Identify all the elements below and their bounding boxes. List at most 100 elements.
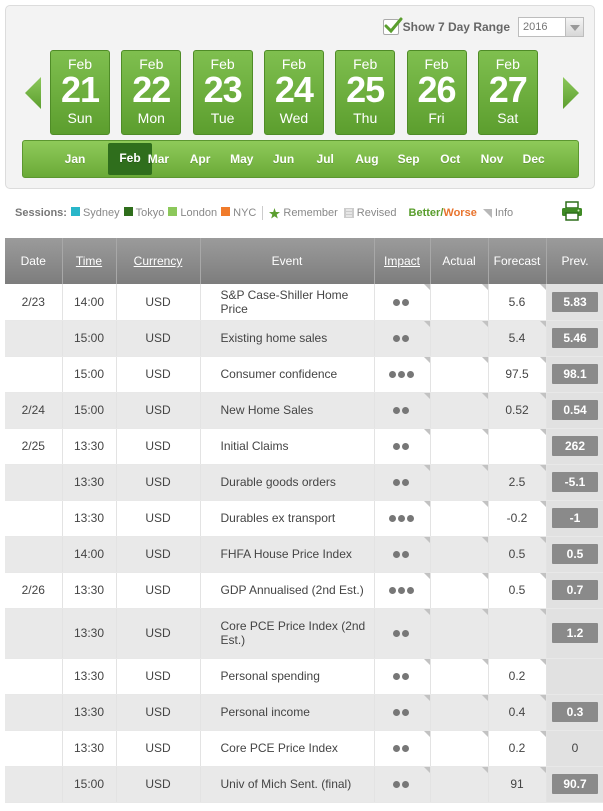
table-row[interactable]: 13:30 USD Core PCE Price Index (2nd Est.) 1…	[5, 608, 603, 659]
month-aug[interactable]: Aug	[346, 141, 388, 177]
month-nov[interactable]: Nov	[471, 141, 513, 177]
table-row[interactable]: 15:00 USD Existing home sales 5.4 5.46	[5, 320, 603, 357]
day-tile[interactable]: Feb 26 Fri	[406, 50, 467, 135]
star-icon	[269, 207, 281, 219]
table-row[interactable]: 2/24 15:00 USD New Home Sales 0.52 0.54	[5, 392, 603, 429]
cell-time: 13:30	[62, 694, 117, 731]
impact-dot-icon	[397, 587, 405, 595]
cell-event[interactable]: Core PCE Price Index	[200, 730, 375, 767]
cell-event[interactable]: Initial Claims	[200, 428, 375, 465]
month-apr[interactable]: Apr	[179, 141, 221, 177]
impact-dots	[388, 367, 416, 381]
cell-actual	[430, 766, 489, 803]
cell-prev: 90.7	[546, 766, 603, 803]
table-row[interactable]: 15:00 USD Consumer confidence 97.5 98.1	[5, 356, 603, 393]
session-color-swatch-icon	[70, 207, 80, 216]
table-row[interactable]: 2/25 13:30 USD Initial Claims 262	[5, 428, 603, 465]
cell-prev: 98.1	[546, 356, 603, 393]
table-row[interactable]: 14:00 USD FHFA House Price Index 0.5 0.5	[5, 536, 603, 573]
cell-actual	[430, 284, 489, 321]
cell-impact	[374, 392, 431, 429]
cell-impact	[374, 572, 431, 609]
cell-forecast: 5.6	[488, 284, 547, 321]
cell-currency: USD	[116, 284, 201, 321]
cell-time: 15:00	[62, 356, 117, 393]
impact-dot-icon	[406, 515, 414, 523]
cell-actual	[430, 572, 489, 609]
table-row[interactable]: 13:30 USD Personal spending 0.2	[5, 658, 603, 695]
cell-time: 15:00	[62, 766, 117, 803]
table-row[interactable]: 15:00 USD Univ of Mich Sent. (final) 91 90.7	[5, 766, 603, 803]
cell-currency: USD	[116, 658, 201, 695]
table-row[interactable]: 13:30 USD Personal income 0.4 0.3	[5, 694, 603, 731]
day-tile[interactable]: Feb 21 Sun	[50, 50, 110, 135]
checkmark-icon	[384, 17, 403, 34]
cell-event[interactable]: FHFA House Price Index	[200, 536, 375, 573]
year-select[interactable]: 2016	[518, 17, 584, 37]
cell-actual	[430, 464, 489, 501]
info-corner-icon	[482, 208, 492, 218]
impact-dot-icon	[397, 515, 405, 523]
economic-calendar-table: Date Time Currency Event Impact Actual F…	[5, 238, 603, 803]
day-tile[interactable]: Feb 22 Mon	[121, 50, 182, 135]
cell-date	[5, 730, 63, 767]
day-tile-number: 25	[346, 69, 385, 110]
impact-dot-icon	[388, 515, 396, 523]
cell-forecast: 2.5	[488, 464, 547, 501]
impact-dots	[393, 669, 411, 683]
printer-icon[interactable]	[561, 201, 583, 221]
month-jun[interactable]: Jun	[263, 141, 305, 177]
impact-dot-icon	[393, 709, 400, 717]
day-tile[interactable]: Feb 23 Tue	[192, 50, 253, 135]
impact-dots	[393, 547, 411, 561]
cell-event[interactable]: Personal spending	[200, 658, 375, 695]
next-week-arrow-icon[interactable]	[562, 76, 580, 110]
previous-week-arrow-icon[interactable]	[24, 76, 42, 110]
cell-event[interactable]: Consumer confidence	[200, 356, 375, 393]
cell-event[interactable]: New Home Sales	[200, 392, 375, 429]
month-mar[interactable]: Mar	[137, 141, 179, 177]
cell-date	[5, 500, 63, 537]
cell-event[interactable]: GDP Annualised (2nd Est.)	[200, 572, 375, 609]
header-impact[interactable]: Impact	[374, 238, 431, 284]
header-currency[interactable]: Currency	[116, 238, 201, 284]
prev-value-badge: 0.7	[552, 580, 598, 600]
cell-forecast: 0.2	[488, 730, 547, 767]
prev-value-badge: 5.46	[552, 328, 598, 348]
chevron-down-icon[interactable]	[565, 18, 583, 36]
cell-event[interactable]: Personal income	[200, 694, 375, 731]
impact-dots	[393, 331, 411, 345]
month-may[interactable]: May	[221, 141, 263, 177]
cell-event[interactable]: Durable goods orders	[200, 464, 375, 501]
cell-event[interactable]: Durables ex transport	[200, 500, 375, 537]
table-row[interactable]: 13:30 USD Core PCE Price Index 0.2 0	[5, 730, 603, 767]
seven-day-range-label: Show 7 Day Range	[402, 20, 510, 34]
month-dec[interactable]: Dec	[513, 141, 555, 177]
prev-value-badge: 0.5	[552, 544, 598, 564]
impact-dot-icon	[388, 371, 396, 379]
month-sep[interactable]: Sep	[388, 141, 430, 177]
cell-event[interactable]: Core PCE Price Index (2nd Est.)	[200, 608, 375, 659]
header-time[interactable]: Time	[62, 238, 117, 284]
seven-day-range-checkbox[interactable]	[382, 17, 403, 35]
table-row[interactable]: 13:30 USD Durables ex transport -0.2 -1	[5, 500, 603, 537]
cell-prev: 0.54	[546, 392, 603, 429]
table-row[interactable]: 2/23 14:00 USD S&P Case-Shiller Home Price 5…	[5, 284, 603, 321]
cell-event[interactable]: Univ of Mich Sent. (final)	[200, 766, 375, 803]
cell-event[interactable]: S&P Case-Shiller Home Price	[200, 284, 375, 321]
session-tokyo: Tokyo	[135, 207, 165, 219]
impact-dot-icon	[393, 443, 400, 451]
cell-date	[5, 356, 63, 393]
day-tile[interactable]: Feb 24 Wed	[263, 50, 324, 135]
month-jul[interactable]: Jul	[304, 141, 346, 177]
impact-dot-icon	[402, 781, 409, 789]
month-jan[interactable]: Jan	[54, 141, 96, 177]
day-tile[interactable]: Feb 25 Thu	[335, 50, 396, 135]
month-oct[interactable]: Oct	[429, 141, 471, 177]
table-row[interactable]: 13:30 USD Durable goods orders 2.5 -5.1	[5, 464, 603, 501]
impact-dot-icon	[393, 299, 400, 307]
table-header-row: Date Time Currency Event Impact Actual F…	[5, 238, 603, 284]
table-row[interactable]: 2/26 13:30 USD GDP Annualised (2nd Est.) 0.5…	[5, 572, 603, 609]
day-tile[interactable]: Feb 27 Sat	[477, 50, 538, 135]
cell-event[interactable]: Existing home sales	[200, 320, 375, 357]
